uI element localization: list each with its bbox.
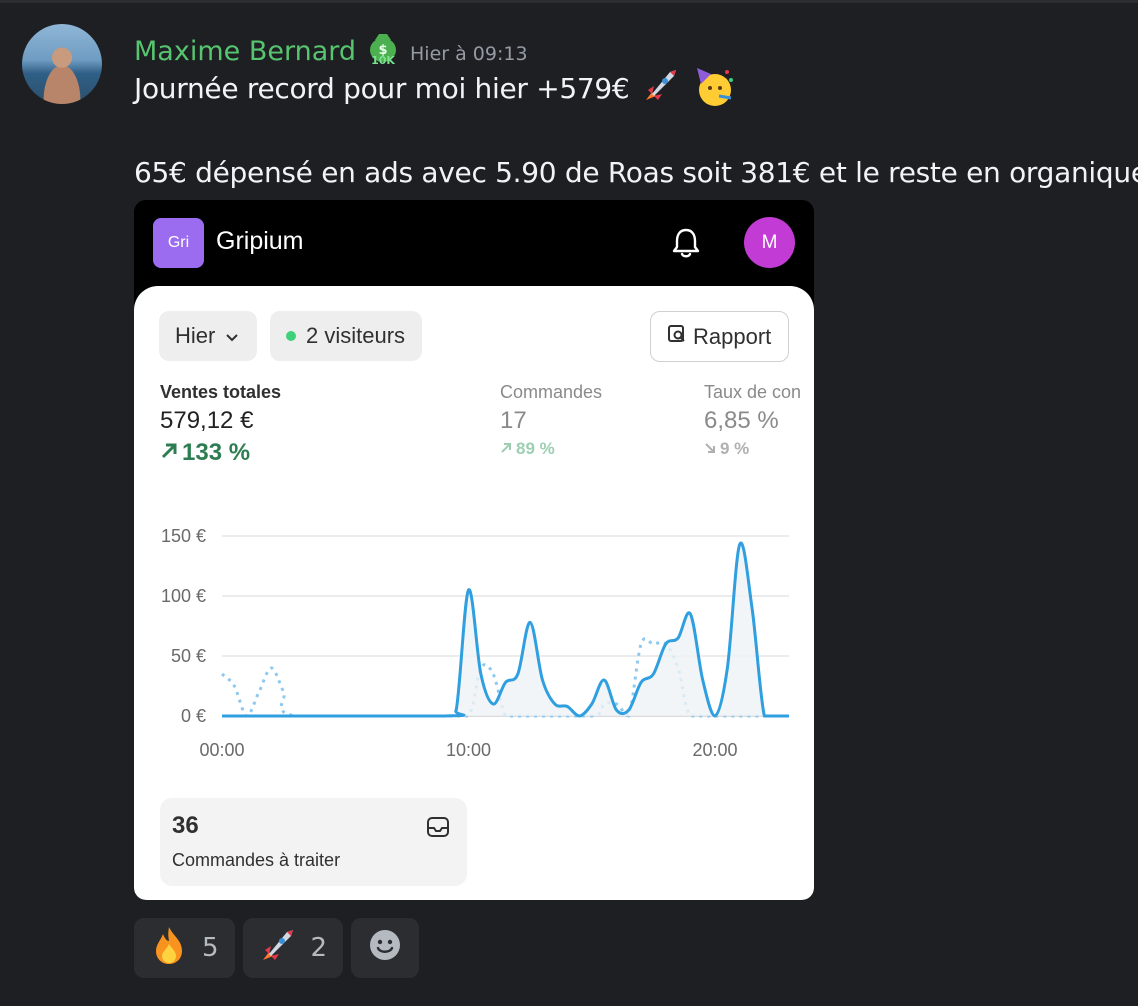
- metric-change-value: 9 %: [720, 439, 750, 458]
- author-avatar[interactable]: [22, 24, 102, 104]
- live-dot-icon: [286, 331, 296, 341]
- bell-icon: [670, 226, 702, 260]
- metric-change-value: 133 %: [182, 439, 251, 466]
- fire-icon: [148, 924, 190, 973]
- metric-value: 579,12 €: [160, 407, 254, 434]
- orders-count: 36: [172, 812, 199, 839]
- chevron-down-icon: [225, 323, 239, 349]
- message-text-1: Journée record pour moi hier +579€: [134, 72, 630, 105]
- sales-line-chart: 150 € 100 € 50 € 0 € 00:00 10:00 20:00: [161, 526, 789, 760]
- metric-change-value: 89 %: [516, 439, 555, 458]
- inbox-icon: [426, 816, 450, 838]
- metric-change: 133 %: [160, 439, 281, 467]
- y-tick-label: 100 €: [161, 586, 206, 606]
- metric-value: 17: [500, 407, 527, 434]
- metric-orders: Commandes 17 89 %: [500, 382, 602, 459]
- period-label: Hier: [175, 323, 216, 348]
- metric-change: 89 %: [500, 439, 602, 459]
- metric-value: 6,85 %: [704, 407, 779, 434]
- report-button: Rapport: [650, 311, 789, 362]
- message-line-1: Journée record pour moi hier +579€: [134, 68, 735, 112]
- reaction-fire[interactable]: 5: [134, 918, 235, 978]
- reaction-count: 5: [202, 933, 219, 963]
- metric-label: Taux de con: [704, 382, 802, 402]
- reaction-rocket[interactable]: 2: [242, 918, 344, 978]
- arrow-up-right-icon: [500, 439, 512, 459]
- reaction-count: 2: [310, 933, 328, 963]
- message-header: Maxime Bernard $ 10K Hier à 09:13: [134, 24, 528, 67]
- add-reaction-button[interactable]: [351, 918, 420, 978]
- y-tick-label: 50 €: [171, 646, 206, 666]
- message-line-2: 65€ dépensé en ads avec 5.90 de Roas soi…: [134, 156, 1138, 189]
- x-tick-label: 00:00: [199, 740, 244, 760]
- arrow-up-right-icon: [160, 439, 178, 467]
- reaction-bar: 5 2: [134, 918, 420, 978]
- metric-label: Commandes: [500, 382, 603, 402]
- y-tick-label: 0 €: [181, 706, 206, 726]
- report-label: Rapport: [693, 323, 772, 349]
- report-icon: [667, 324, 687, 350]
- metric-total-sales: Ventes totales 579,12 € 133 %: [160, 382, 281, 467]
- app-logo: Gri: [153, 218, 204, 268]
- party-face-icon: [691, 64, 735, 108]
- smiley-add-icon: [368, 928, 402, 969]
- metric-label: Ventes totales: [160, 382, 282, 402]
- app-name: Gripium: [216, 227, 304, 255]
- rocket-icon: [257, 924, 299, 973]
- x-tick-label: 20:00: [693, 740, 738, 760]
- rocket-icon: [638, 64, 682, 108]
- metric-conversion-rate: Taux de con 6,85 % 9 %: [704, 382, 814, 459]
- visitors-pill: 2 visiteurs: [270, 311, 422, 361]
- money-bag-10k-icon[interactable]: $ 10K: [366, 30, 400, 67]
- visitors-label: 2 visiteurs: [306, 323, 406, 348]
- period-select: Hier: [159, 311, 257, 361]
- stats-embed-image[interactable]: Gri Gripium M Hier 2 visiteurs Rapport V…: [134, 200, 814, 900]
- message-timestamp: Hier à 09:13: [410, 43, 528, 65]
- x-tick-label: 10:00: [446, 740, 491, 760]
- arrow-down-right-icon: [704, 439, 716, 459]
- y-tick-label: 150 €: [161, 526, 206, 546]
- orders-label: Commandes à traiter: [172, 850, 341, 870]
- author-name[interactable]: Maxime Bernard: [134, 36, 356, 67]
- metric-change: 9 %: [704, 439, 814, 459]
- badge-label: 10K: [371, 54, 395, 66]
- channel-divider: [0, 0, 1138, 3]
- dashboard-panel: Hier 2 visiteurs Rapport Ventes totales …: [134, 286, 814, 900]
- user-avatar: M: [744, 217, 795, 268]
- orders-to-process-card: 36 Commandes à traiter: [160, 798, 467, 886]
